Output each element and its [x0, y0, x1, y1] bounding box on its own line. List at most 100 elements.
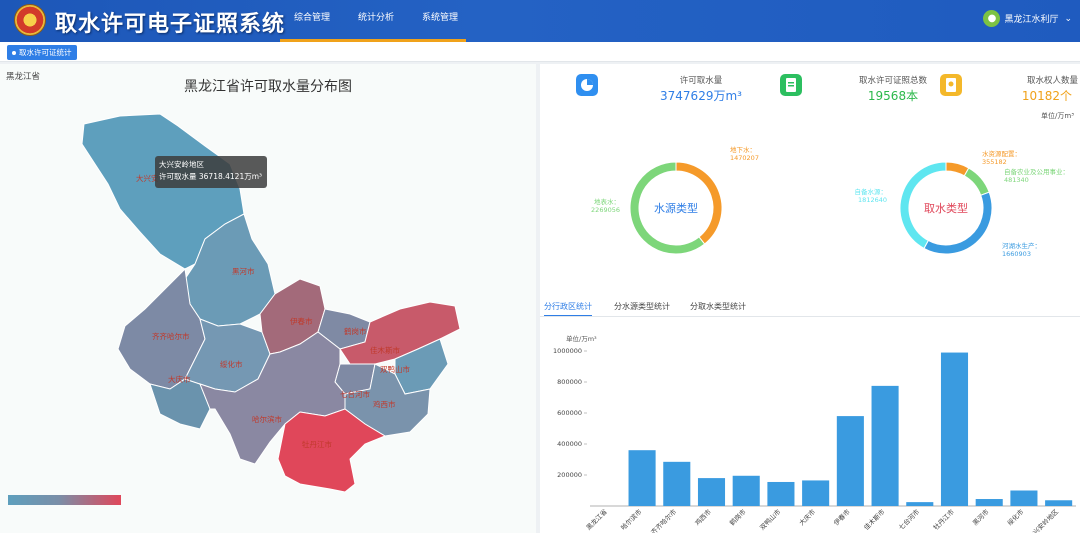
document-icon: [780, 74, 802, 96]
donut-center-label: 取水类型: [924, 201, 968, 215]
pie-chart-icon: [576, 74, 598, 96]
bar[interactable]: [906, 502, 934, 506]
unit-label: 单位/万m³: [1041, 112, 1074, 120]
bar[interactable]: [767, 481, 795, 506]
map-label-qiqihar: 齐齐哈尔市: [152, 331, 190, 341]
x-tick-label: 黑河市: [970, 507, 991, 528]
map-label-mudanjiang: 牡丹江市: [302, 439, 332, 449]
province-map: 大兴安 黑河市 伊春市 鹤岗市 佳木斯市 齐齐哈尔市 绥化市 大庆市 双鸭山市 …: [81, 113, 461, 493]
donut-slice-label: 2269056: [591, 206, 620, 214]
x-tick-label: 双鸭山市: [758, 507, 783, 532]
dot-icon: [12, 51, 16, 55]
donut-center-label: 水源类型: [654, 201, 698, 215]
x-tick-label: 黑龙江省: [584, 507, 609, 532]
bar[interactable]: [871, 385, 899, 506]
stat-label: 取水权人数量: [1026, 76, 1078, 86]
donut-slice-label: 481340: [1004, 176, 1029, 184]
national-emblem-logo: [14, 4, 46, 36]
bar[interactable]: [802, 480, 830, 506]
x-tick-label: 大兴安岭地区: [1026, 507, 1060, 533]
user-name: 黑龙江水利厅: [1004, 15, 1059, 25]
bar[interactable]: [836, 416, 864, 506]
bar[interactable]: [697, 478, 726, 506]
avatar: ●: [983, 10, 1001, 27]
map-label-jixi: 鸡西市: [373, 399, 396, 409]
map-panel: 黑龙江省 黑龙江省许可取水量分布图 大兴安 黑河市 伊春市 鹤岗市 佳木斯市 齐…: [0, 64, 536, 533]
map-tooltip: 大兴安岭地区 许可取水量 36718.4121万m³: [155, 156, 267, 188]
stat-tabs: 分行政区统计 分水源类型统计 分取水类型统计: [540, 297, 1080, 317]
stat-label: 取水许可证照总数: [858, 76, 927, 86]
top-bar: 取水许可电子证照系统 综合管理 统计分析 系统管理 ● 黑龙江水利厅 ⌄: [0, 0, 1080, 42]
donut-slice-label: 1660903: [1002, 250, 1031, 258]
chevron-down-icon[interactable]: ⌄: [1064, 14, 1072, 24]
main-nav: 综合管理 统计分析 系统管理: [280, 0, 472, 42]
donut-slice-label: 自备农业及公用事业：: [1004, 167, 1069, 176]
map-label-heihe: 黑河市: [232, 266, 255, 276]
stat-label: 许可取水量: [679, 76, 723, 86]
bar[interactable]: [1010, 490, 1038, 507]
map-label-hegang: 鹤岗市: [344, 326, 367, 336]
x-tick-label: 哈尔滨市: [619, 507, 644, 532]
stat-value: 3747629万m³: [660, 89, 742, 103]
permit-stats-tab-label: 取水许可证统计: [19, 48, 72, 57]
donut-slice-label: 1470207: [730, 154, 759, 162]
map-label-jiamusi: 佳木斯市: [370, 345, 400, 355]
map-label-yichun: 伊春市: [290, 316, 313, 326]
y-tick-label: 400000: [557, 440, 582, 448]
map-label-suihua: 绥化市: [220, 359, 243, 369]
donut-charts: 地下水：1470207地表水：2269056 水源类型水资源配置：355182自备…: [591, 145, 1069, 258]
bar[interactable]: [732, 475, 760, 506]
x-tick-label: 七台河市: [896, 507, 921, 532]
x-tick-label: 齐齐哈尔市: [649, 507, 679, 533]
x-tick-label: 绥化市: [1005, 507, 1026, 528]
person-doc-icon: [940, 74, 962, 96]
tooltip-value: 许可取水量 36718.4121万m³: [159, 172, 263, 181]
nav-system[interactable]: 系统管理: [408, 0, 472, 42]
tab-by-region[interactable]: 分行政区统计: [544, 301, 592, 316]
bar[interactable]: [975, 499, 1003, 506]
x-tick-label: 佳木斯市: [862, 507, 887, 532]
x-tick-label: 大庆市: [797, 507, 818, 528]
donut-slice-label: 自备水源：: [855, 187, 888, 196]
x-tick-label: 牡丹江市: [931, 507, 956, 532]
map-label-qitaihe: 七台河市: [340, 389, 370, 399]
x-tick-label: 鹤岗市: [727, 507, 748, 528]
stat-permit-volume: 许可取水量 3747629万m³: [576, 70, 776, 106]
y-tick-label: 1000000: [553, 347, 582, 355]
donut-slice-label: 355182: [982, 158, 1007, 166]
tooltip-region: 大兴安岭地区: [159, 160, 204, 169]
tab-by-usage[interactable]: 分取水类型统计: [690, 301, 746, 312]
bar[interactable]: [940, 352, 969, 506]
system-title: 取水许可电子证照系统: [55, 12, 286, 37]
nav-statistics[interactable]: 统计分析: [344, 0, 408, 42]
color-legend-bar[interactable]: [8, 495, 121, 505]
stat-value: 19568本: [867, 89, 919, 103]
bar[interactable]: [628, 450, 656, 506]
y-tick-label: 600000: [557, 409, 582, 417]
bar[interactable]: [1045, 500, 1073, 506]
map-label-shuangyashan: 双鸭山市: [380, 364, 410, 374]
map-label-harbin: 哈尔滨市: [252, 414, 282, 424]
x-tick-label: 伊春市: [832, 507, 853, 528]
tab-by-source[interactable]: 分水源类型统计: [614, 301, 670, 312]
stat-value: 10182个: [1021, 89, 1072, 103]
y-axis-unit: 单位/万m³: [566, 334, 597, 343]
bar-chart: 单位/万m³ 200000 400000 600000 800000 1000000 黑龙江…: [553, 334, 1076, 533]
y-tick-label: 800000: [557, 378, 582, 386]
bar[interactable]: [663, 461, 691, 506]
permit-stats-tab[interactable]: 取水许可证统计: [7, 45, 77, 60]
nav-comprehensive[interactable]: 综合管理: [280, 0, 344, 42]
user-menu[interactable]: ● 黑龙江水利厅 ⌄: [983, 10, 1072, 27]
donut-slice-label: 水资源配置：: [982, 149, 1021, 158]
stats-panel: 许可取水量 3747629万m³ 取水许可证照总数 19568本 取水权人数量 …: [540, 64, 1080, 533]
map-label-daqing: 大庆市: [168, 374, 191, 384]
donut-slice-label: 1812640: [858, 196, 887, 204]
y-tick-label: 200000: [557, 471, 582, 479]
donut-slice-label: 地表水：: [594, 197, 620, 206]
donut-slice-label: 地下水：: [730, 145, 756, 154]
tab-strip: 取水许可证统计: [0, 42, 1080, 62]
donut-slice[interactable]: [963, 167, 990, 196]
donut-slice-label: 河湖水生产：: [1002, 241, 1041, 250]
stat-holder-count: 取水权人数量 10182个: [940, 70, 1080, 106]
x-tick-label: 鸡西市: [693, 507, 714, 528]
